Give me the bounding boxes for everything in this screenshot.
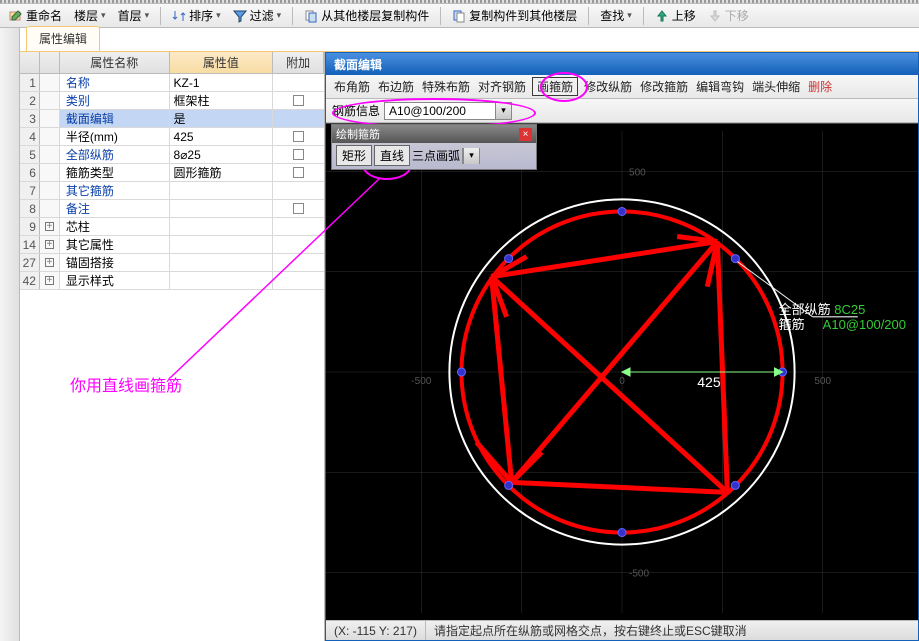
svg-text:0: 0 [619, 376, 625, 387]
rebar-info-dd-button[interactable] [495, 103, 511, 119]
rebar-info-input[interactable] [385, 103, 495, 119]
editor-menu-item[interactable]: 端头伸缩 [750, 77, 802, 96]
find-dropdown[interactable]: 查找 [595, 6, 637, 26]
col-value-header: 属性值 [170, 52, 274, 73]
floor-dropdown[interactable]: 楼层 [69, 6, 111, 26]
draw-line-button[interactable]: 直线 [374, 145, 410, 166]
editor-menu: 布角筋布边筋特殊布筋对齐钢筋画箍筋修改纵筋修改箍筋编辑弯钩端头伸缩删除 [326, 75, 918, 99]
move-up-button[interactable]: 上移 [650, 6, 701, 26]
table-row[interactable]: 27+锚固搭接 [20, 254, 324, 272]
svg-text:500: 500 [629, 167, 646, 178]
rename-button[interactable]: 重命名 [4, 6, 67, 26]
editor-menu-item[interactable]: 画箍筋 [532, 77, 578, 96]
editor-menu-item[interactable]: 修改箍筋 [638, 77, 690, 96]
table-row[interactable]: 5全部纵筋8⌀25 [20, 146, 324, 164]
editor-menu-item[interactable]: 布边筋 [376, 77, 416, 96]
status-coord: (X: -115 Y: 217) [326, 621, 426, 640]
table-row[interactable]: 14+其它属性 [20, 236, 324, 254]
draw-arc-dd[interactable] [463, 148, 479, 164]
editor-menu-item[interactable]: 特殊布筋 [420, 77, 472, 96]
status-bar: (X: -115 Y: 217) 请指定起点所在纵筋或网格交点，按右键终止或ES… [326, 620, 918, 640]
filter-dropdown[interactable]: 过滤 [228, 6, 287, 26]
svg-text:500: 500 [814, 376, 831, 387]
table-row[interactable]: 2类别框架柱 [20, 92, 324, 110]
left-dock [0, 28, 20, 641]
tab-property-edit[interactable]: 属性编辑 [26, 26, 100, 51]
rebar-info-label: 钢筋信息 [332, 102, 380, 119]
property-grid: 属性名称 属性值 附加 1名称KZ-12类别框架柱3截面编辑是4半径(mm)42… [20, 52, 325, 641]
col-name-header: 属性名称 [60, 52, 170, 73]
section-canvas[interactable]: 0 500 -500 500 -500 [326, 123, 918, 620]
editor-menu-item[interactable]: 对齐钢筋 [476, 77, 528, 96]
table-row[interactable]: 42+显示样式 [20, 272, 324, 290]
svg-text:-500: -500 [411, 376, 431, 387]
table-row[interactable]: 3截面编辑是 [20, 110, 324, 128]
draw-arc-label: 三点画弧 [412, 147, 460, 164]
editor-menu-item[interactable]: 布角筋 [332, 77, 372, 96]
editor-menu-item[interactable]: 修改纵筋 [582, 77, 634, 96]
tab-strip: 属性编辑 [20, 28, 919, 52]
copy-to-floor-button[interactable]: 复制构件到其他楼层 [447, 6, 582, 26]
draw-toolbar-title: 绘制箍筋 [336, 126, 380, 142]
rebar-info-combo[interactable] [384, 102, 512, 120]
close-icon[interactable]: × [519, 128, 532, 141]
svg-text:-500: -500 [629, 569, 649, 580]
draw-stirrup-toolbar[interactable]: 绘制箍筋 × 矩形 直线 三点画弧 [331, 124, 537, 170]
editor-title: 截面编辑 [326, 53, 918, 75]
first-floor-dropdown[interactable]: 首层 [113, 6, 155, 26]
copy-from-floor-button[interactable]: 从其他楼层复制构件 [299, 6, 434, 26]
editor-menu-item[interactable]: 编辑弯钩 [694, 77, 746, 96]
svg-text:425: 425 [697, 374, 721, 390]
table-row[interactable]: 9+芯柱 [20, 218, 324, 236]
sort-dropdown[interactable]: 排序 [167, 6, 226, 26]
editor-menu-delete[interactable]: 删除 [806, 77, 834, 96]
table-row[interactable]: 7其它箍筋 [20, 182, 324, 200]
table-row[interactable]: 1名称KZ-1 [20, 74, 324, 92]
status-message: 请指定起点所在纵筋或网格交点，按右键终止或ESC键取消 [426, 622, 918, 639]
col-add-header: 附加 [273, 52, 324, 73]
user-annotation: 你用直线画箍筋 [70, 372, 182, 396]
table-row[interactable]: 6箍筋类型圆形箍筋 [20, 164, 324, 182]
move-down-button: 下移 [703, 6, 754, 26]
table-row[interactable]: 8备注 [20, 200, 324, 218]
draw-rect-button[interactable]: 矩形 [336, 145, 372, 166]
table-row[interactable]: 4半径(mm)425 [20, 128, 324, 146]
main-toolbar: 重命名 楼层 首层 排序 过滤 从其他楼层复制构件 复制构件到其他楼层 查找 上… [0, 4, 919, 28]
